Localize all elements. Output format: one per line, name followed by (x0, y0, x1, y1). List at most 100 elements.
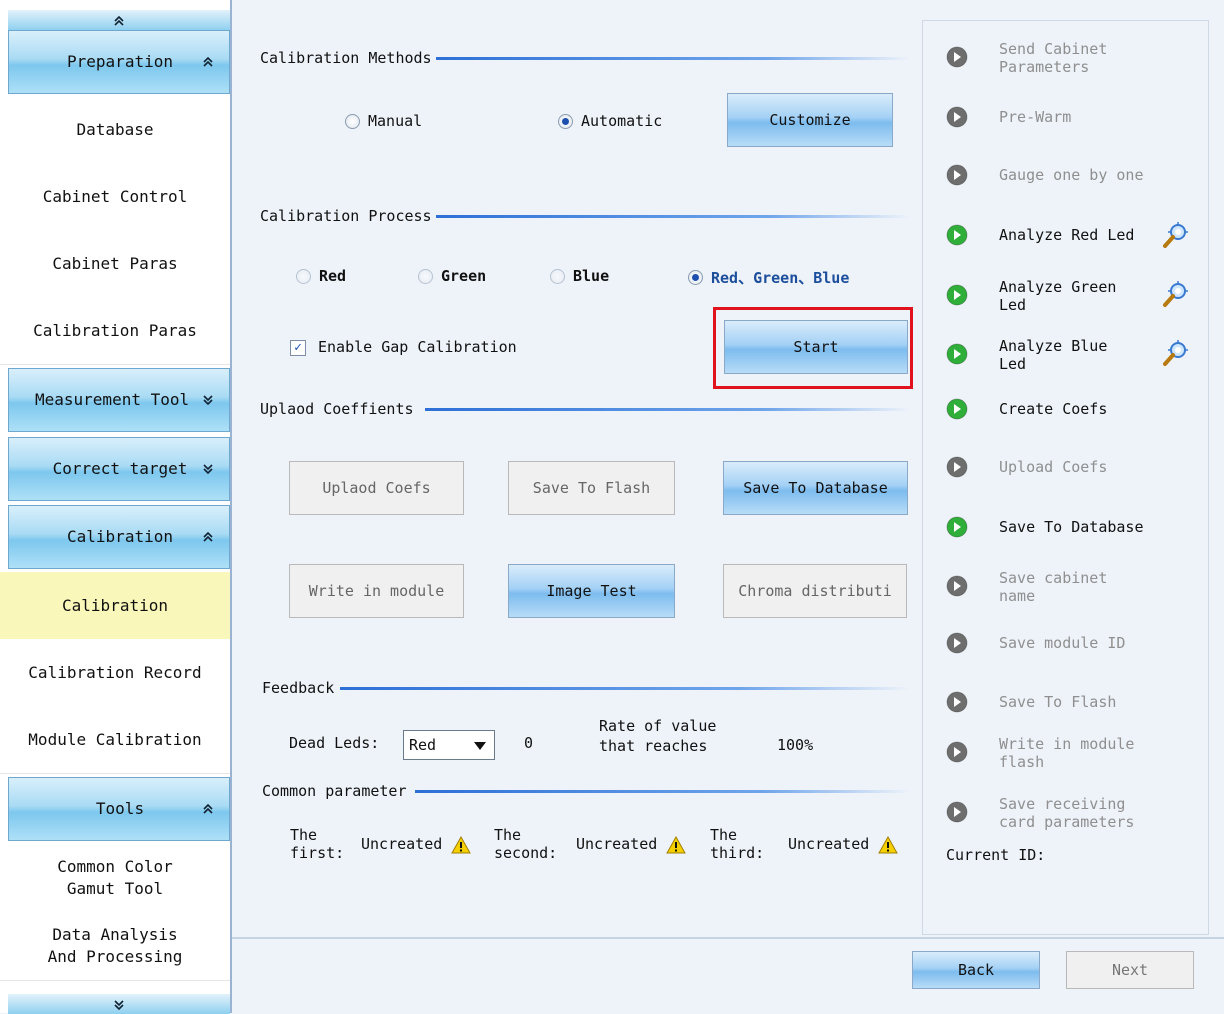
section-calibration[interactable]: Calibration (8, 505, 230, 569)
sidebar-item-label: Calibration (62, 596, 168, 615)
step-pending-icon (946, 164, 968, 186)
step-label-line: Create Coefs (999, 400, 1108, 418)
double-chevron-up-icon (203, 531, 213, 542)
first-param-status: Uncreated (361, 835, 472, 854)
rate-label-line: that reaches (599, 737, 708, 755)
radio-red-green-blue[interactable]: Red、Green、Blue (688, 267, 849, 288)
footer-divider (232, 937, 1224, 939)
group-title-upload: Uplaod Coeffients (260, 400, 418, 418)
radio-green[interactable]: Green (418, 267, 486, 285)
divider (430, 215, 910, 218)
image-test-button[interactable]: Image Test (508, 564, 675, 618)
first-param-label: The first: (290, 826, 344, 862)
section-correct-target[interactable]: Correct target (8, 437, 230, 501)
sidebar-item-label: Module Calibration (28, 730, 202, 749)
sidebar-item-data-analysis[interactable]: Data Analysis And Processing (0, 912, 230, 981)
sidebar-item-label: Database (76, 120, 154, 139)
sidebar-item-label: Data Analysis And Processing (47, 925, 183, 966)
step-label: Save module ID (999, 634, 1125, 652)
back-button[interactable]: Back (912, 951, 1040, 989)
step-label-line: Write in module (999, 735, 1135, 753)
magnifier-icon[interactable] (1160, 338, 1190, 368)
step-label: Pre-Warm (999, 108, 1071, 126)
step-label-line: Save To Flash (999, 693, 1117, 711)
chroma-distribution-button[interactable]: Chroma distributi (723, 564, 907, 618)
customize-button[interactable]: Customize (727, 93, 893, 147)
magnifier-icon[interactable] (1160, 279, 1190, 309)
step-label: Save receiving card parameters (999, 795, 1134, 831)
radio-red[interactable]: Red (296, 267, 346, 285)
step-label: Save To Flash (999, 693, 1116, 711)
step-pending-icon (946, 575, 968, 597)
start-button[interactable]: Start (724, 320, 908, 374)
step-done-icon (946, 343, 968, 365)
section-label: Preparation (67, 52, 173, 71)
sidebar-scroll-down[interactable] (8, 994, 230, 1014)
step-label-line: Save To Database (999, 518, 1144, 536)
save-to-flash-button[interactable]: Save To Flash (508, 461, 675, 515)
step-label-line: Save module ID (999, 634, 1126, 652)
step-done-icon (946, 284, 968, 306)
step-label-line: Upload Coefs (999, 458, 1108, 476)
dead-leds-label: Dead Leds: (289, 734, 380, 752)
radio-manual[interactable]: Manual (345, 112, 422, 130)
step-label: Create Coefs (999, 400, 1107, 418)
warning-icon (666, 835, 687, 853)
magnifier-icon[interactable] (1160, 220, 1190, 250)
second-param-status: Uncreated (576, 835, 687, 854)
section-tools[interactable]: Tools (8, 777, 230, 841)
radio-indicator (550, 268, 565, 284)
upload-coefs-button[interactable]: Uplaod Coefs (289, 461, 464, 515)
sidebar-item-label: Cabinet Control (42, 187, 188, 206)
radio-label: Green (441, 267, 487, 285)
radio-automatic[interactable]: Automatic (558, 112, 662, 130)
step-pending-icon (946, 456, 968, 478)
label-line: second: (494, 844, 558, 862)
step-pending-icon (946, 741, 968, 763)
double-chevron-down-icon (203, 395, 213, 406)
sidebar-item-cabinet-control[interactable]: Cabinet Control (0, 163, 230, 231)
sidebar-item-module-calibration[interactable]: Module Calibration (0, 706, 230, 774)
step-label: Analyze Green Led (999, 278, 1116, 314)
radio-indicator (345, 113, 360, 129)
double-chevron-down-icon (203, 464, 213, 475)
next-button[interactable]: Next (1066, 951, 1194, 989)
gap-calibration-label: Enable Gap Calibration (318, 338, 517, 356)
sidebar-item-cabinet-paras[interactable]: Cabinet Paras (0, 230, 230, 298)
gap-calibration-checkbox[interactable]: ✓ (290, 340, 306, 356)
sidebar-item-common-color-gamut-tool[interactable]: Common Color Gamut Tool (0, 844, 230, 913)
step-label: Analyze Blue Led (999, 337, 1107, 373)
step-done-icon (946, 516, 968, 538)
section-preparation[interactable]: Preparation (8, 30, 230, 94)
label-line: first: (290, 844, 345, 862)
divider (430, 57, 910, 60)
step-label-line: Save cabinet (999, 569, 1108, 587)
write-in-module-button[interactable]: Write in module (289, 564, 464, 618)
sidebar-item-calibration-record[interactable]: Calibration Record (0, 639, 230, 707)
divider (425, 408, 910, 411)
rate-label: Rate of value that reaches (599, 716, 716, 756)
divider (415, 790, 910, 793)
radio-blue[interactable]: Blue (550, 267, 609, 285)
step-label-line: Pre-Warm (999, 108, 1072, 126)
step-label-line: Parameters (999, 58, 1090, 76)
radio-label: Red、Green、Blue (711, 269, 850, 287)
step-label-line: flash (999, 753, 1045, 771)
rate-label-line: Rate of value (599, 717, 717, 735)
sidebar-scroll-up[interactable] (8, 10, 230, 30)
step-pending-icon (946, 691, 968, 713)
status-text: Uncreated (361, 835, 443, 853)
section-measurement-tool[interactable]: Measurement Tool (8, 368, 230, 432)
sidebar-item-calibration[interactable]: Calibration (0, 572, 230, 640)
radio-indicator (558, 113, 573, 129)
save-to-database-button[interactable]: Save To Database (723, 461, 908, 515)
sidebar-item-calibration-paras[interactable]: Calibration Paras (0, 297, 230, 365)
step-label-line: Gauge one by one (999, 166, 1144, 184)
step-label-line: Led (999, 355, 1027, 373)
dead-leds-select[interactable]: Red (403, 730, 495, 760)
radio-label: Blue (573, 267, 610, 285)
sidebar-item-database[interactable]: Database (0, 96, 230, 164)
step-label-line: Led (999, 296, 1027, 314)
double-chevron-down-icon (114, 999, 124, 1010)
step-pending-icon (946, 46, 968, 68)
